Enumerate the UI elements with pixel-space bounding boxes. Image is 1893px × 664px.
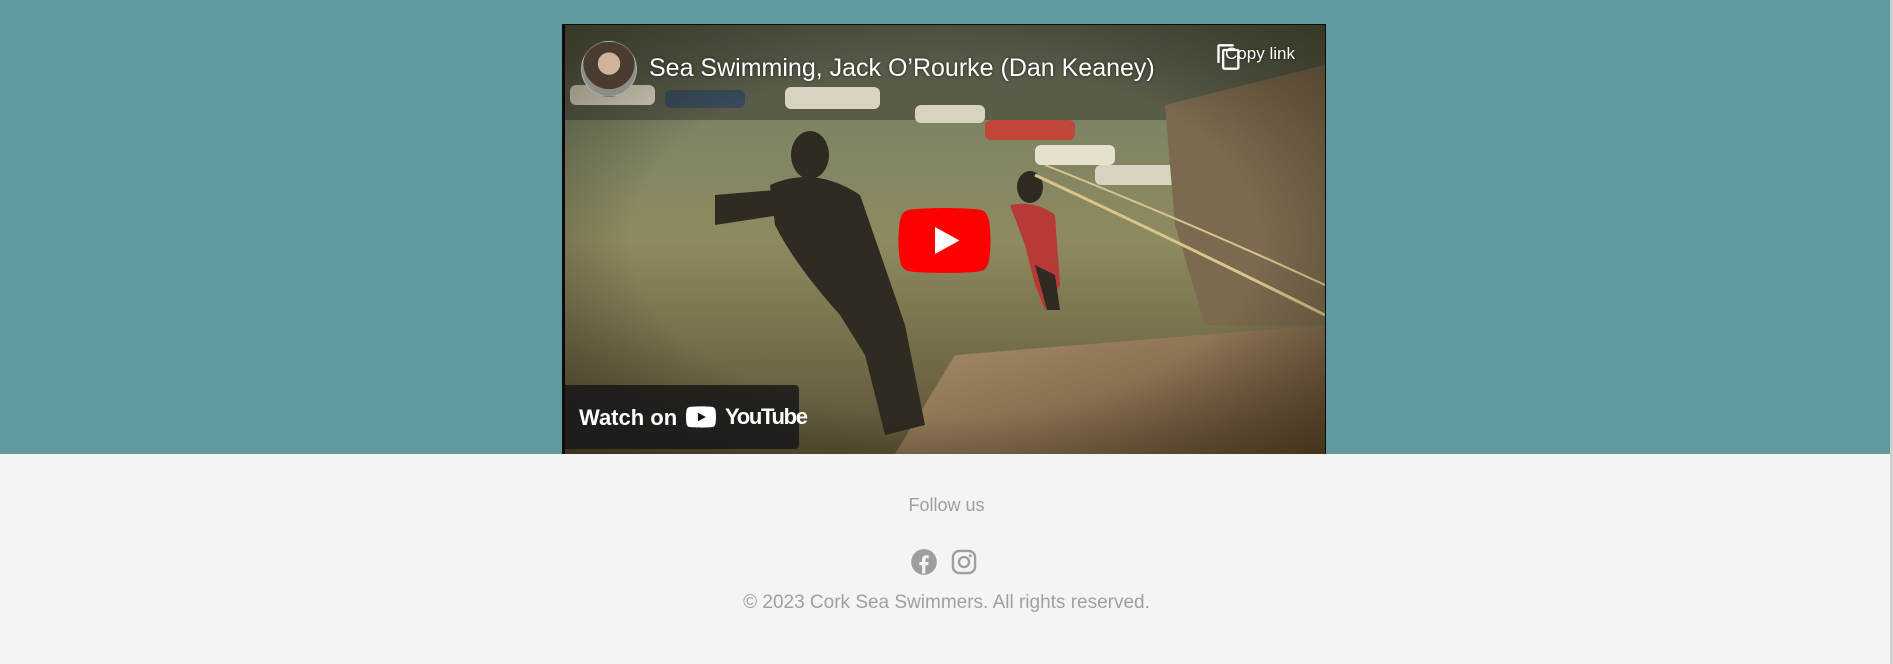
- channel-avatar[interactable]: [581, 41, 637, 97]
- watch-on-youtube-button[interactable]: Watch on YouTube: [565, 385, 808, 449]
- instagram-icon: [951, 549, 977, 575]
- video-thumbnail[interactable]: Sea Swimming, Jack O’Rourke (Dan Keaney)…: [565, 25, 1325, 454]
- social-links: [910, 548, 978, 578]
- hero-section: Sea Swimming, Jack O’Rourke (Dan Keaney)…: [0, 0, 1893, 454]
- youtube-embed[interactable]: Sea Swimming, Jack O’Rourke (Dan Keaney)…: [562, 24, 1326, 454]
- copyright-text: © 2023 Cork Sea Swimmers. All rights res…: [743, 592, 1150, 613]
- youtube-logo-icon: [686, 406, 716, 428]
- play-icon: [898, 208, 991, 273]
- watch-on-label: Watch on: [579, 405, 678, 430]
- facebook-icon: [911, 549, 937, 575]
- footer: Follow us © 2023 Cork Sea Swimmers. All …: [0, 454, 1893, 664]
- copy-link-button[interactable]: Copy link: [1215, 42, 1305, 102]
- facebook-link[interactable]: [910, 548, 938, 576]
- youtube-logo: YouTube: [686, 404, 808, 430]
- youtube-wordmark: YouTube: [725, 404, 808, 429]
- play-button[interactable]: [898, 208, 991, 273]
- follow-us-heading: Follow us: [908, 495, 985, 515]
- video-title[interactable]: Sea Swimming, Jack O’Rourke (Dan Keaney): [649, 54, 1155, 83]
- instagram-link[interactable]: [950, 548, 978, 576]
- copy-link-icon: [1217, 44, 1240, 70]
